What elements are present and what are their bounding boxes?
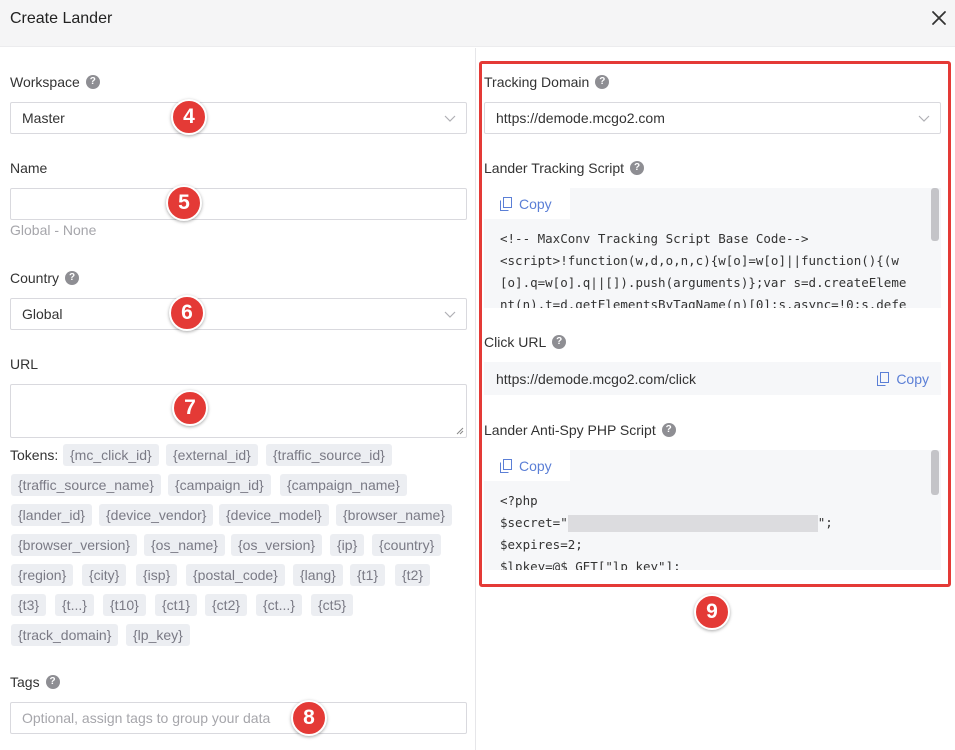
- country-label: Country ?: [10, 270, 80, 286]
- token-chip[interactable]: {country}: [372, 534, 442, 556]
- workspace-value: Master: [22, 110, 65, 126]
- token-chip[interactable]: {city}: [82, 564, 127, 586]
- annotation-badge: 5: [166, 185, 202, 221]
- token-chip[interactable]: {ct5}: [311, 594, 354, 616]
- token-chip[interactable]: {mc_click_id}: [63, 444, 159, 466]
- token-chip[interactable]: {isp}: [136, 564, 178, 586]
- country-value: Global: [22, 306, 63, 322]
- workspace-label: Workspace ?: [10, 74, 100, 90]
- country-label-text: Country: [10, 270, 60, 286]
- url-label: URL: [10, 356, 38, 372]
- token-chip[interactable]: {lp_key}: [126, 624, 190, 646]
- token-chip[interactable]: {t...}: [55, 594, 94, 616]
- token-chip[interactable]: {browser_version}: [11, 534, 138, 556]
- token-chip[interactable]: {external_id}: [166, 444, 258, 466]
- token-chip[interactable]: {postal_code}: [186, 564, 285, 586]
- token-chip[interactable]: {browser_name}: [336, 504, 452, 526]
- column-divider: [475, 48, 476, 750]
- tokens-label: Tokens:: [10, 447, 59, 463]
- token-chip[interactable]: {lander_id}: [11, 504, 92, 526]
- tags-label: Tags ?: [10, 674, 60, 690]
- name-input[interactable]: [10, 188, 467, 220]
- workspace-label-text: Workspace: [10, 74, 80, 90]
- token-chip[interactable]: {ct2}: [205, 594, 248, 616]
- annotation-badge: 8: [291, 700, 327, 736]
- token-chip[interactable]: {os_name}: [144, 534, 225, 556]
- name-label-text: Name: [10, 160, 48, 176]
- token-chip[interactable]: {os_version}: [231, 534, 323, 556]
- highlight-outline: [479, 61, 951, 587]
- token-chip[interactable]: {t10}: [103, 594, 146, 616]
- token-chip[interactable]: {traffic_source_name}: [11, 474, 161, 496]
- help-icon[interactable]: ?: [85, 75, 100, 89]
- help-icon[interactable]: ?: [45, 675, 60, 689]
- token-chip[interactable]: {campaign_name}: [280, 474, 407, 496]
- token-chip[interactable]: {t2}: [395, 564, 431, 586]
- resize-grip-icon[interactable]: [456, 427, 464, 435]
- token-chip[interactable]: {ct1}: [155, 594, 198, 616]
- workspace-select[interactable]: Master: [10, 102, 467, 134]
- url-label-text: URL: [10, 356, 39, 372]
- chevron-down-icon: [444, 311, 456, 318]
- token-chip[interactable]: {traffic_source_id}: [266, 444, 392, 466]
- token-chip[interactable]: {track_domain}: [11, 624, 119, 646]
- token-chip[interactable]: {device_model}: [219, 504, 329, 526]
- help-icon[interactable]: ?: [65, 271, 80, 285]
- name-label: Name: [10, 160, 47, 176]
- token-chip[interactable]: {t3}: [11, 594, 47, 616]
- token-chip[interactable]: {t1}: [350, 564, 386, 586]
- country-select[interactable]: Global: [10, 298, 467, 330]
- annotation-badge: 7: [172, 390, 208, 426]
- annotation-badge: 9: [694, 594, 730, 630]
- token-chip[interactable]: {region}: [11, 564, 74, 586]
- modal-header: Create Lander: [0, 0, 955, 47]
- token-chip[interactable]: {lang}: [293, 564, 343, 586]
- token-chip[interactable]: {device_vendor}: [99, 504, 214, 526]
- close-icon[interactable]: [929, 8, 949, 28]
- tags-input[interactable]: Optional, assign tags to group your data: [10, 702, 467, 734]
- url-textarea[interactable]: [10, 384, 467, 438]
- token-chip[interactable]: {campaign_id}: [168, 474, 271, 496]
- token-chip[interactable]: {ct...}: [256, 594, 302, 616]
- tags-placeholder: Optional, assign tags to group your data: [22, 710, 271, 726]
- token-chip[interactable]: {ip}: [330, 534, 365, 556]
- annotation-badge: 6: [169, 295, 205, 331]
- annotation-badge: 4: [171, 99, 207, 135]
- name-hint: Global - None: [10, 222, 97, 238]
- modal-title: Create Lander: [10, 10, 113, 27]
- tags-label-text: Tags: [10, 674, 40, 690]
- chevron-down-icon: [444, 115, 456, 122]
